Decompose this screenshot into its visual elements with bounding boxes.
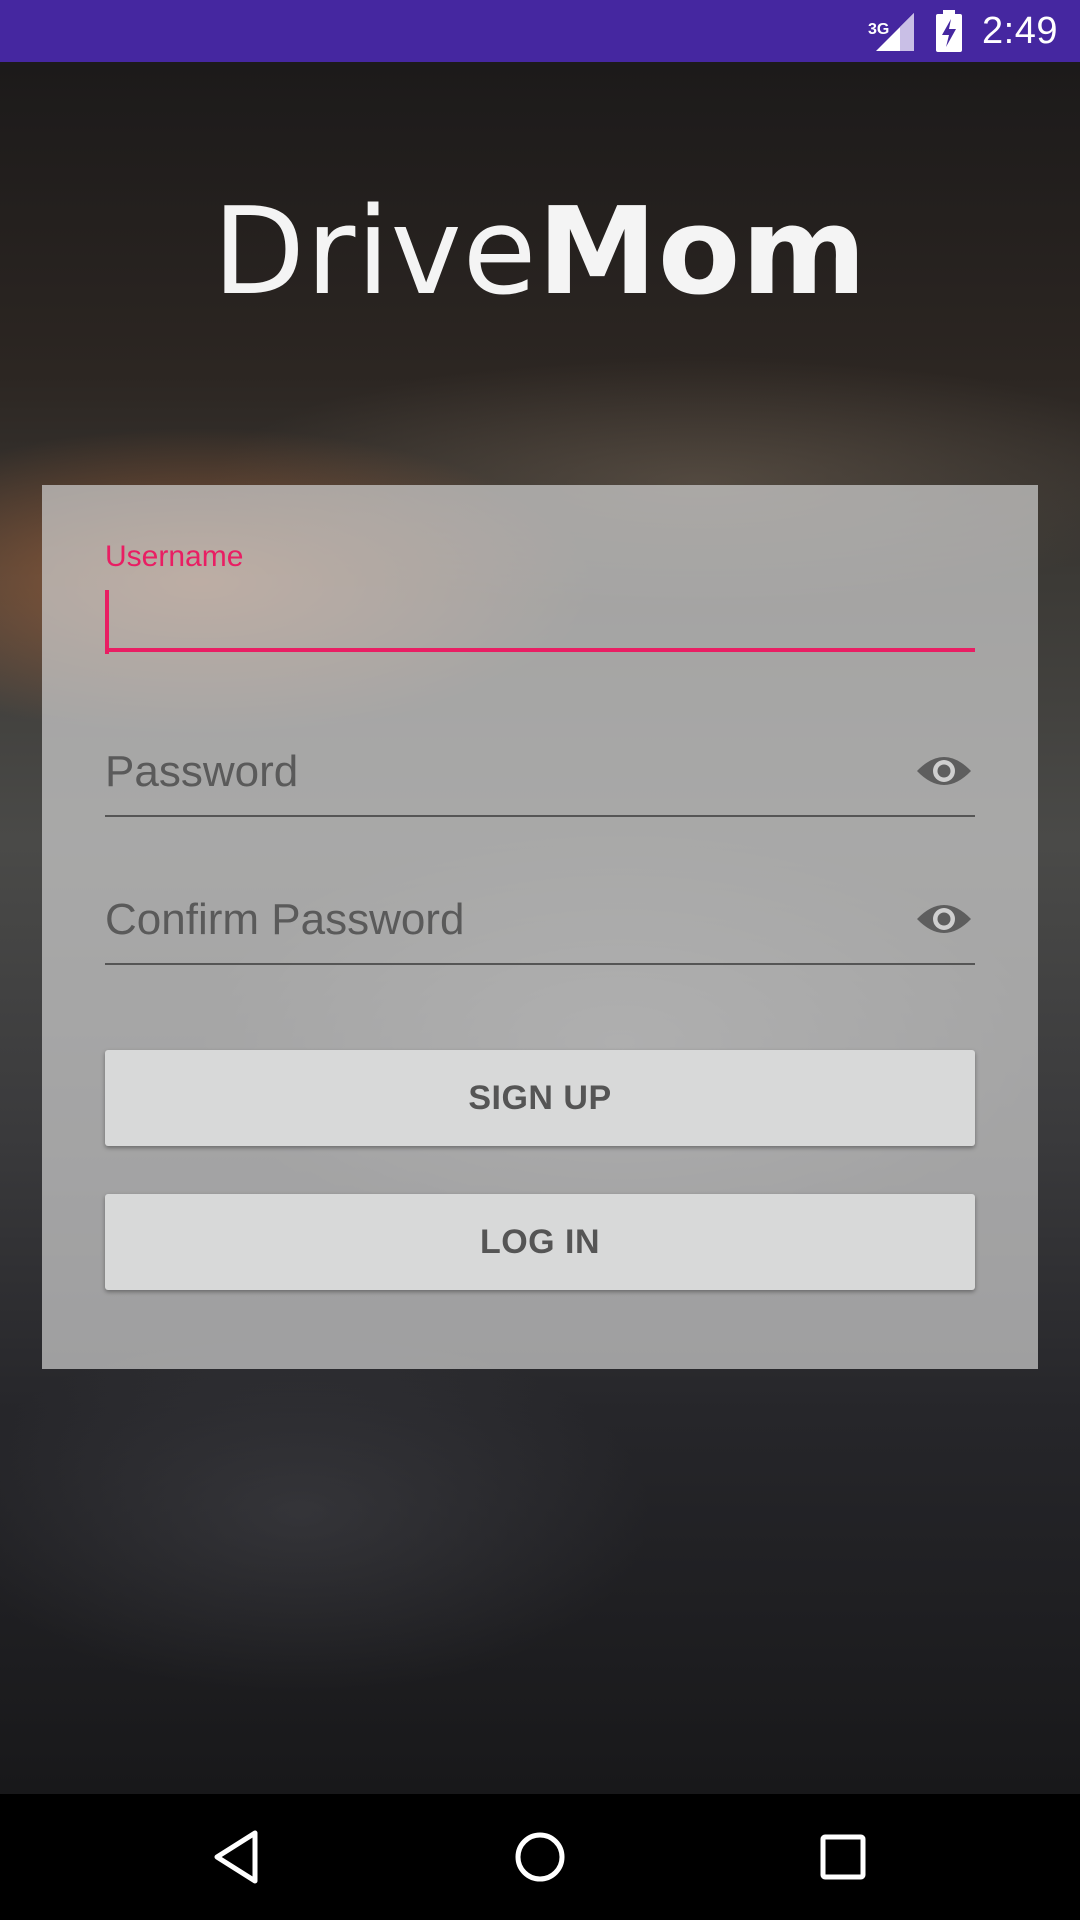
status-bar: 3G 2:49 [0, 0, 1080, 62]
confirm-password-underline [105, 963, 975, 965]
navigation-bar [0, 1794, 1080, 1920]
clock: 2:49 [982, 9, 1058, 52]
username-field[interactable]: Username [105, 540, 975, 654]
app-logo: DriveMom [0, 180, 1080, 323]
home-icon[interactable] [510, 1827, 570, 1887]
text-cursor [105, 590, 109, 654]
signup-card: Username Password Confirm Password SIGN … [42, 485, 1038, 1369]
login-button[interactable]: LOG IN [105, 1194, 975, 1290]
eye-icon[interactable] [915, 899, 973, 939]
recents-icon[interactable] [813, 1827, 873, 1887]
signal-icon: 3G [868, 11, 916, 51]
eye-icon[interactable] [915, 751, 973, 791]
password-underline [105, 815, 975, 817]
network-type: 3G [868, 21, 890, 38]
password-placeholder: Password [105, 747, 299, 796]
confirm-password-placeholder: Confirm Password [105, 895, 465, 944]
signup-button[interactable]: SIGN UP [105, 1050, 975, 1146]
password-field[interactable]: Password [105, 737, 975, 817]
battery-charging-icon [934, 10, 964, 52]
confirm-password-field[interactable]: Confirm Password [105, 885, 975, 965]
logo-text-light: Drive [212, 183, 538, 322]
back-icon[interactable] [207, 1827, 267, 1887]
username-underline [105, 648, 975, 652]
username-label: Username [105, 540, 244, 573]
logo-text-bold: Mom [537, 183, 868, 322]
